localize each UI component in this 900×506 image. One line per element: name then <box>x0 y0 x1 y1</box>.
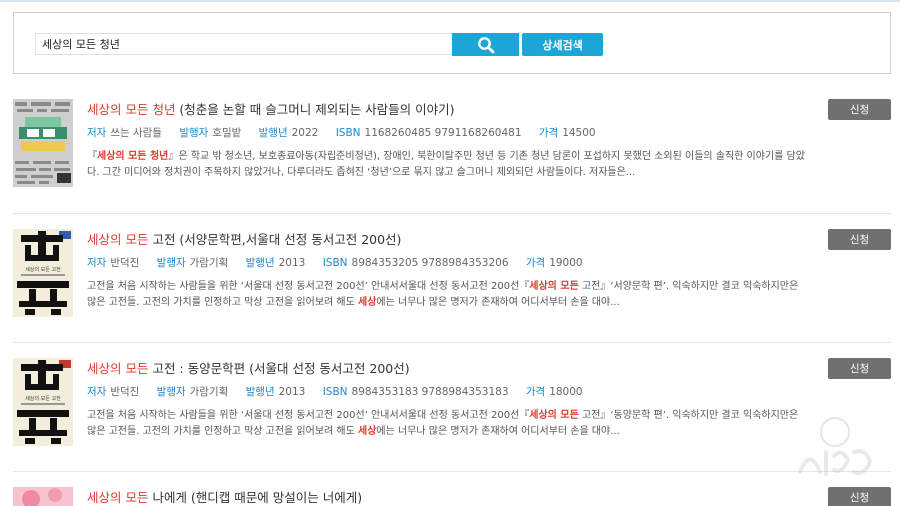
isbn-value: 1168260485 9791168260481 <box>364 127 522 139</box>
title-rest: (청춘을 논할 때 슬그머니 제외되는 사람들의 이야기) <box>175 102 455 117</box>
price-label: 가격 <box>525 386 546 398</box>
book-cover[interactable]: 세상의 모든 고전 <box>13 358 73 446</box>
author-value: 반덕진 <box>110 386 140 398</box>
year-label: 발행년 <box>245 257 275 269</box>
year-label: 발행년 <box>245 386 275 398</box>
apply-button[interactable]: 신청 <box>828 99 891 120</box>
publisher-label: 발행자 <box>156 257 186 269</box>
desc-text: 에는 너무나 많은 명저가 존재하여 어디서부터 손을 대야... <box>376 297 620 308</box>
title-highlight: 세상의 모든 청년 <box>87 102 176 117</box>
isbn-value: 8984353205 9788984353206 <box>351 257 509 269</box>
year-value: 2022 <box>291 127 319 139</box>
apply-button[interactable]: 신청 <box>828 229 891 250</box>
result-description: 『세상의 모든 청년』은 학교 밖 청소년, 보호종료아동(자립준비청년), 장… <box>87 149 807 181</box>
desc-highlight: 세상의 모든 청년 <box>97 151 169 162</box>
author-label: 저자 <box>87 127 107 139</box>
desc-text: 고전을 처음 시작하는 사람들을 위한 ‘서울대 선정 동서고전 200선’ 안… <box>87 410 530 421</box>
desc-text: 『 <box>87 151 97 162</box>
divider <box>13 342 891 343</box>
publisher-value: 가람기획 <box>189 386 229 398</box>
price-value: 18000 <box>549 386 583 398</box>
desc-highlight: 세상의 모든 <box>529 410 579 421</box>
year-value: 2013 <box>278 257 306 269</box>
title-highlight: 세상의 모든 <box>87 490 149 505</box>
year-label: 발행년 <box>258 127 288 139</box>
publisher-value: 호밀밭 <box>212 127 242 139</box>
search-icon <box>477 36 494 53</box>
title-highlight: 세상의 모든 <box>87 232 149 247</box>
cover-text: 세상의 모든 고전 <box>25 395 61 402</box>
publisher-label: 발행자 <box>156 386 186 398</box>
apply-button[interactable]: 신청 <box>828 487 891 506</box>
author-label: 저자 <box>87 386 107 398</box>
price-value: 14500 <box>562 127 596 139</box>
desc-text: 』은 학교 밖 청소년, 보호종료아동(자립준비청년), 장애인, 북한이탈주민… <box>87 151 805 178</box>
title-highlight: 세상의 모든 <box>87 361 149 376</box>
divider <box>13 471 891 472</box>
result-title[interactable]: 세상의 모든 나에게 (핸디캡 때문에 망설이는 너에게) <box>87 487 362 506</box>
apply-button[interactable]: 신청 <box>828 358 891 379</box>
author-value: 쓰는 사람들 <box>110 127 162 139</box>
title-rest: 나에게 (핸디캡 때문에 망설이는 너에게) <box>148 490 363 505</box>
advanced-search-button[interactable]: 상세검색 <box>522 33 603 56</box>
search-button[interactable] <box>452 33 519 56</box>
result-item: 세상의 모든 청년 (청춘을 논할 때 슬그머니 제외되는 사람들의 이야기) … <box>13 99 891 214</box>
price-label: 가격 <box>538 127 559 139</box>
result-item: 세상의 모든 고전 세상의 모든 고전 (서양문학편,서울대 선정 동서고전 2… <box>13 229 891 344</box>
desc-highlight: 세상 <box>358 297 377 308</box>
result-item: 세상의 모든 고전 세상의 모든 고전 : 동양문학편 (서울대 선정 동서고전… <box>13 358 891 473</box>
desc-text: 고전을 처음 시작하는 사람들을 위한 ‘서울대 선정 동서고전 200선’ 안… <box>87 281 530 292</box>
isbn-label: ISBN <box>335 127 361 139</box>
result-meta: 저자 반덕진 발행자 가람기획 발행년 2013 ISBN 8984353183 978… <box>87 384 597 399</box>
title-rest: 고전 (서양문학편,서울대 선정 동서고전 200선) <box>148 232 402 247</box>
cover-text: 세상의 모든 고전 <box>25 266 61 273</box>
watermark-logo <box>798 417 873 476</box>
desc-text: 에는 너무나 많은 명저가 존재하여 어디서부터 손을 대야... <box>376 426 620 437</box>
author-value: 반덕진 <box>110 257 140 269</box>
divider <box>13 213 891 214</box>
search-input[interactable] <box>35 33 467 55</box>
book-cover[interactable] <box>13 487 73 506</box>
isbn-label: ISBN <box>322 257 348 269</box>
search-panel: 상세검색 <box>13 12 891 74</box>
title-rest: 고전 : 동양문학편 (서울대 선정 동서고전 200선) <box>148 361 410 376</box>
result-title[interactable]: 세상의 모든 고전 (서양문학편,서울대 선정 동서고전 200선) <box>87 229 401 248</box>
author-label: 저자 <box>87 257 107 269</box>
price-value: 19000 <box>549 257 583 269</box>
price-label: 가격 <box>525 257 546 269</box>
result-meta: 저자 쓰는 사람들 발행자 호밀밭 발행년 2022 ISBN 1168260485 9… <box>87 125 610 140</box>
year-value: 2013 <box>278 386 306 398</box>
result-description: 고전을 처음 시작하는 사람들을 위한 ‘서울대 선정 동서고전 200선’ 안… <box>87 279 807 311</box>
result-meta: 저자 반덕진 발행자 가람기획 발행년 2013 ISBN 8984353205 978… <box>87 255 597 270</box>
result-title[interactable]: 세상의 모든 고전 : 동양문학편 (서울대 선정 동서고전 200선) <box>87 358 410 377</box>
result-item: 세상의 모든 나에게 (핸디캡 때문에 망설이는 너에게) 신청 <box>13 487 891 506</box>
isbn-label: ISBN <box>322 386 348 398</box>
book-cover[interactable] <box>13 99 73 187</box>
isbn-value: 8984353183 9788984353183 <box>351 386 509 398</box>
desc-highlight: 세상의 모든 <box>529 281 579 292</box>
result-title[interactable]: 세상의 모든 청년 (청춘을 논할 때 슬그머니 제외되는 사람들의 이야기) <box>87 99 455 118</box>
result-description: 고전을 처음 시작하는 사람들을 위한 ‘서울대 선정 동서고전 200선’ 안… <box>87 408 807 440</box>
desc-highlight: 세상 <box>358 426 377 437</box>
publisher-label: 발행자 <box>179 127 209 139</box>
publisher-value: 가람기획 <box>189 257 229 269</box>
top-divider <box>0 0 900 2</box>
book-cover[interactable]: 세상의 모든 고전 <box>13 229 73 317</box>
